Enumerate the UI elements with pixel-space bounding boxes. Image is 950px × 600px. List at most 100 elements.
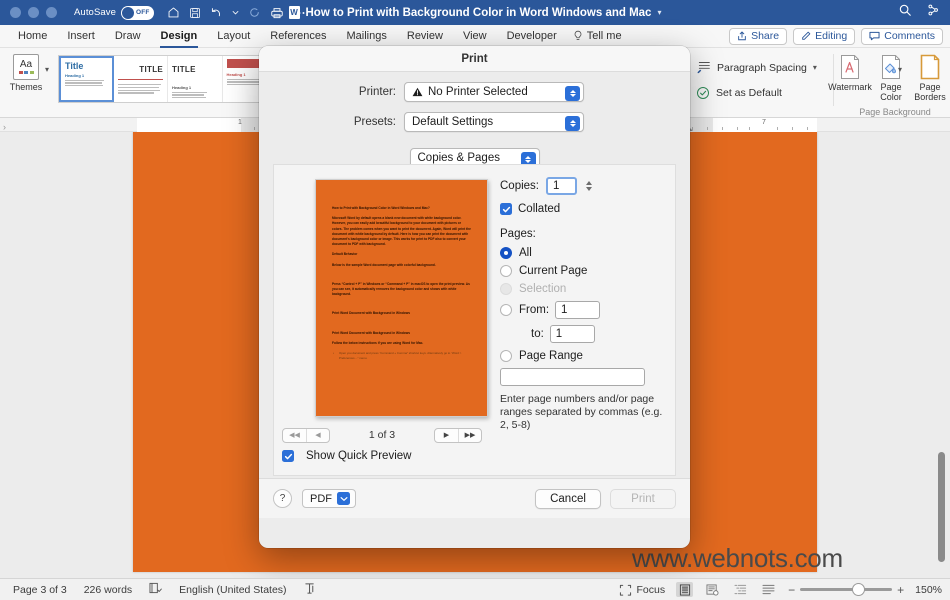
set-as-default-button[interactable]: Set as Default — [696, 86, 782, 100]
printer-stepper-icon[interactable] — [565, 85, 580, 101]
pdf-button[interactable]: PDF — [302, 489, 356, 508]
last-page-icon[interactable]: ▶▶ — [458, 428, 481, 442]
first-page-icon[interactable]: ◀◀ — [283, 429, 306, 442]
language-indicator[interactable]: English (United States) — [179, 584, 286, 596]
preview-heading3: Print Word Document with Background in W… — [332, 311, 411, 316]
editing-button[interactable]: Editing — [793, 27, 856, 45]
copies-input[interactable]: 1 — [546, 177, 577, 195]
proofing-icon[interactable] — [149, 582, 162, 597]
autosave-control[interactable]: AutoSave OFF — [74, 5, 154, 20]
tab-developer[interactable]: Developer — [497, 28, 567, 45]
next-page-icon[interactable]: ▶ — [435, 429, 458, 442]
web-layout-view-button[interactable] — [704, 582, 721, 597]
tell-me-box[interactable]: Tell me — [567, 30, 622, 42]
show-quick-preview-row[interactable]: Show Quick Preview — [282, 450, 411, 462]
zoom-track[interactable] — [800, 583, 893, 596]
tab-review[interactable]: Review — [397, 28, 453, 45]
home-icon[interactable] — [167, 6, 180, 19]
copies-stepper[interactable] — [583, 178, 594, 195]
tab-references[interactable]: References — [260, 28, 336, 45]
preview-nav-forward-group[interactable]: ▶ ▶▶ — [434, 427, 482, 443]
collated-checkbox[interactable] — [500, 203, 512, 215]
tab-stop-selector[interactable]: › — [3, 122, 6, 132]
previous-page-icon[interactable]: ◀ — [306, 428, 329, 442]
preview-bullet: Open you document and press “Command + C… — [332, 351, 471, 360]
vertical-scrollbar[interactable] — [937, 132, 948, 578]
tab-insert[interactable]: Insert — [57, 28, 105, 45]
printer-row: Printer: No Printer Selected — [259, 82, 690, 102]
page-color-dropdown-icon[interactable]: ▾ — [898, 65, 902, 74]
paragraph-spacing-button[interactable]: Paragraph Spacing ▾ — [696, 60, 817, 75]
watermark-button[interactable]: Watermark — [828, 54, 872, 92]
undo-icon[interactable] — [210, 6, 223, 19]
tab-mailings[interactable]: Mailings — [337, 28, 397, 45]
print-button[interactable]: Print — [610, 488, 676, 509]
chevron-down-icon[interactable]: ▾ — [657, 8, 661, 17]
print-icon[interactable] — [270, 6, 284, 20]
page-range-input[interactable] — [500, 368, 645, 386]
help-button[interactable]: ? — [273, 489, 292, 508]
presets-stepper-icon[interactable] — [565, 115, 580, 131]
page-borders-button[interactable]: Page Borders — [908, 54, 950, 102]
tab-view[interactable]: View — [453, 28, 497, 45]
themes-button[interactable]: Aa Themes — [10, 54, 42, 92]
chevron-down-icon[interactable] — [337, 492, 350, 505]
search-icon[interactable] — [898, 3, 912, 22]
collated-row[interactable]: Collated — [500, 203, 667, 215]
save-icon[interactable] — [189, 7, 201, 19]
presets-select[interactable]: Default Settings — [404, 112, 584, 132]
radio-from[interactable] — [500, 304, 512, 316]
zoom-level[interactable]: 150% — [915, 584, 942, 596]
zoom-in-button[interactable]: + — [897, 583, 904, 597]
paragraph-spacing-icon — [697, 62, 710, 74]
page-color-button[interactable]: Page Color — [869, 54, 913, 102]
radio-page-range[interactable] — [500, 350, 512, 362]
minimize-button[interactable] — [28, 7, 39, 18]
autosave-toggle[interactable]: OFF — [121, 5, 154, 20]
preview-nav-back-group[interactable]: ◀◀ ◀ — [282, 427, 330, 443]
tab-design[interactable]: Design — [151, 28, 208, 48]
check-circle-icon — [697, 87, 709, 99]
share-button[interactable]: Share — [729, 27, 788, 45]
window-controls[interactable] — [0, 7, 57, 18]
pages-option-current-page[interactable]: Current Page — [500, 265, 667, 277]
ribbon-display-options-icon[interactable] — [926, 3, 940, 22]
pages-option-to[interactable]: to: 1 — [500, 325, 667, 343]
radio-current-page[interactable] — [500, 265, 512, 277]
redo-icon[interactable] — [248, 6, 261, 19]
more-options-icon[interactable] — [293, 11, 306, 15]
show-quick-preview-checkbox[interactable] — [282, 450, 294, 462]
zoom-out-button[interactable]: − — [788, 583, 795, 597]
chevron-down-icon[interactable]: ▾ — [813, 63, 817, 72]
accessibility-icon[interactable] — [304, 582, 316, 598]
style-set-item[interactable]: TITLE Heading 1 — [168, 56, 223, 102]
undo-dropdown-icon[interactable] — [232, 9, 239, 16]
focus-button[interactable]: Focus — [619, 584, 665, 596]
maximize-button[interactable] — [46, 7, 57, 18]
outline-view-button[interactable] — [732, 582, 749, 597]
to-page-input[interactable]: 1 — [549, 325, 595, 343]
print-layout-view-button[interactable] — [676, 582, 694, 597]
pages-option-all[interactable]: All — [500, 247, 667, 259]
vertical-scrollbar-thumb[interactable] — [938, 452, 945, 562]
themes-dropdown-icon[interactable]: ▾ — [45, 65, 49, 74]
style-set-item[interactable]: Title Heading 1 — [59, 56, 114, 102]
from-page-input[interactable]: 1 — [555, 301, 601, 319]
page-count[interactable]: Page 3 of 3 — [13, 584, 67, 596]
tab-layout[interactable]: Layout — [207, 28, 260, 45]
radio-all[interactable] — [500, 247, 512, 259]
tab-draw[interactable]: Draw — [105, 28, 151, 45]
style-set-gallery[interactable]: Title Heading 1 TITLE TITLE Heading 1 Ti… — [58, 55, 278, 103]
zoom-slider[interactable]: − + — [788, 583, 904, 597]
cancel-button[interactable]: Cancel — [535, 488, 601, 509]
printer-select[interactable]: No Printer Selected — [404, 82, 584, 102]
word-count[interactable]: 226 words — [84, 584, 132, 596]
style-set-item[interactable]: TITLE — [114, 56, 169, 102]
draft-view-button[interactable] — [760, 582, 777, 597]
tab-home[interactable]: Home — [8, 28, 57, 45]
close-button[interactable] — [10, 7, 21, 18]
zoom-knob[interactable] — [852, 583, 866, 596]
pages-option-from[interactable]: From: 1 — [500, 301, 667, 319]
pages-option-page-range[interactable]: Page Range — [500, 350, 667, 362]
comments-button[interactable]: Comments — [861, 27, 943, 45]
